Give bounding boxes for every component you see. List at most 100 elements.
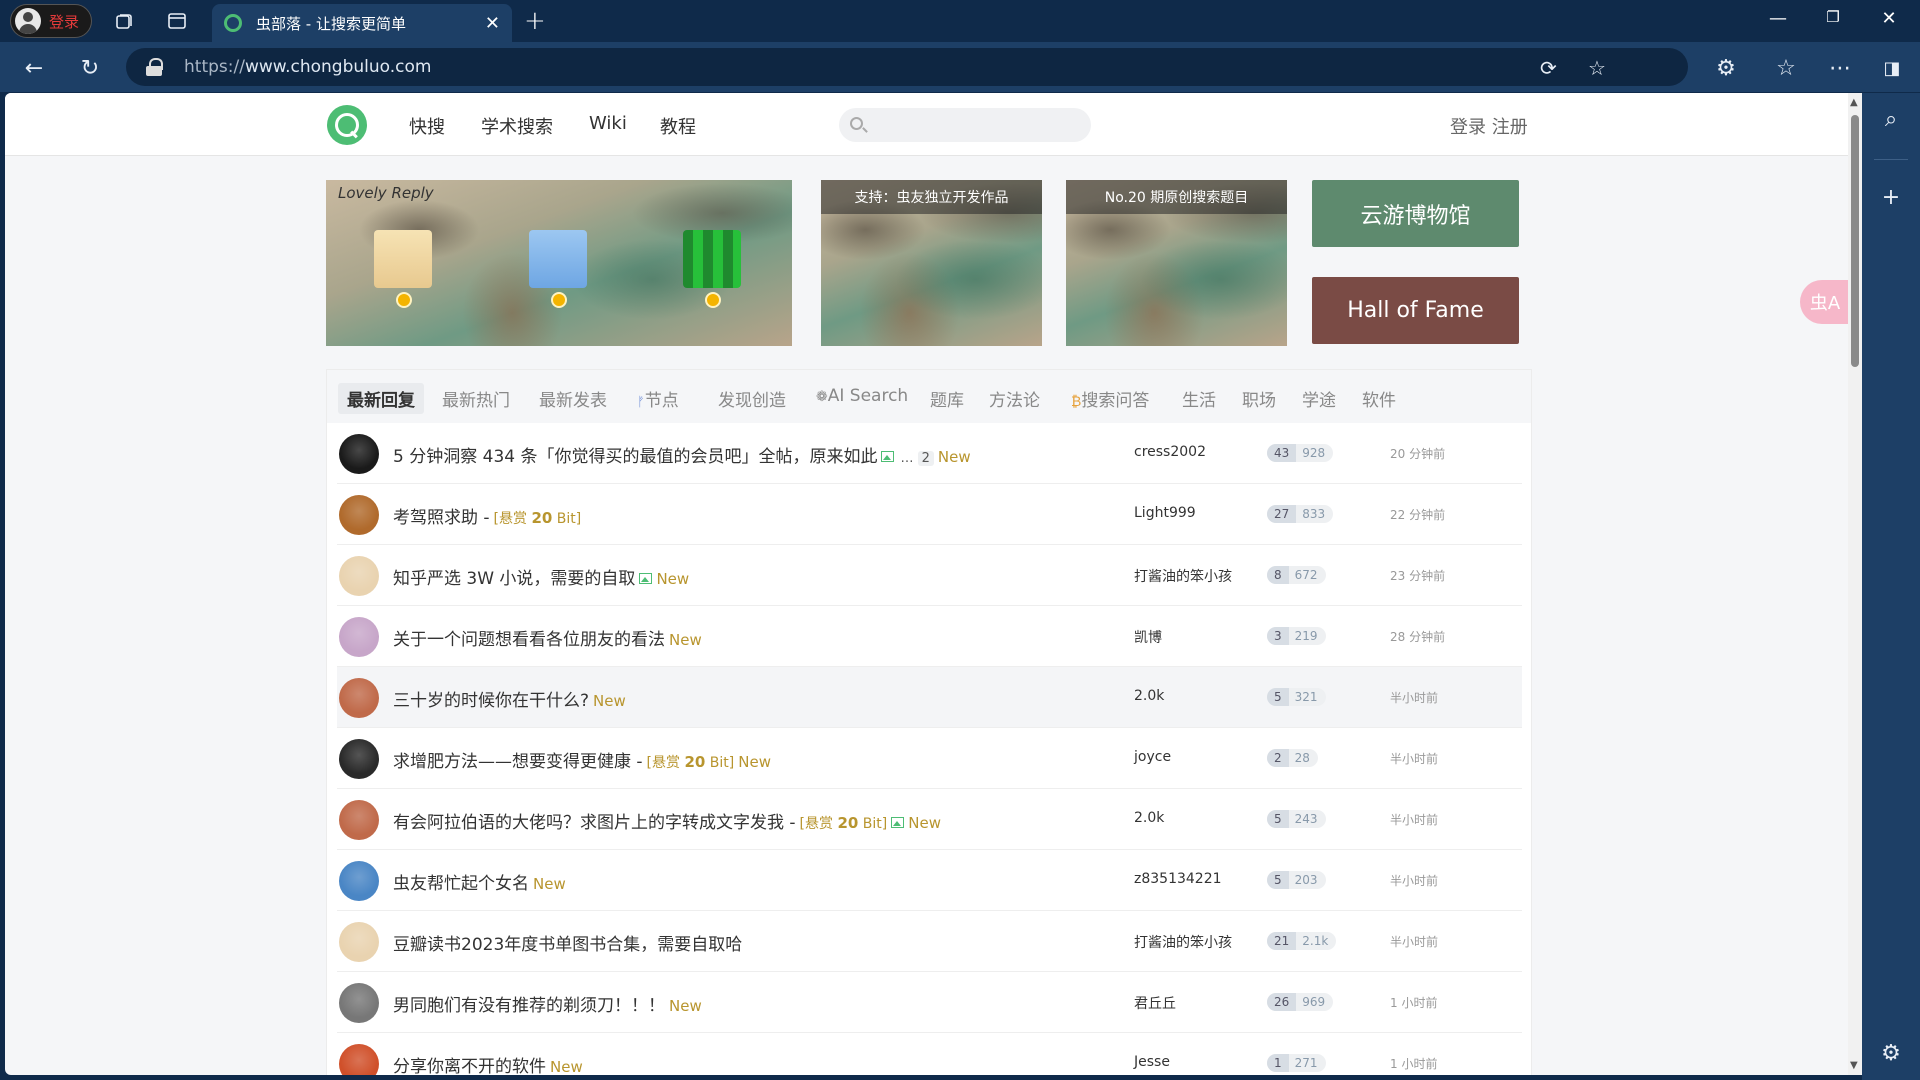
tab-software[interactable]: 软件 bbox=[1362, 386, 1396, 411]
tab-search-qa[interactable]: ₿搜索问答 bbox=[1071, 386, 1149, 411]
topic-title-link[interactable]: 三十岁的时候你在干什么? New bbox=[393, 686, 626, 711]
topic-author[interactable]: joyce bbox=[1134, 749, 1171, 765]
restore-icon[interactable]: ❐ bbox=[1818, 8, 1848, 26]
user-avatar[interactable] bbox=[339, 617, 379, 657]
topic-row[interactable]: 有会阿拉伯语的大佬吗？求图片上的字转成文字发我 - [悬赏 20 Bit] New 2… bbox=[337, 789, 1522, 850]
topic-row[interactable]: 5 分钟洞察 434 条「你觉得买的最值的会员吧」全帖，原来如此… 2 New cr… bbox=[337, 423, 1522, 484]
topic-author[interactable]: Jesse bbox=[1134, 1054, 1170, 1070]
reply-avatar-2[interactable] bbox=[529, 230, 587, 288]
user-avatar[interactable] bbox=[339, 556, 379, 596]
favorite-star-icon[interactable]: ☆ bbox=[1588, 56, 1606, 80]
login-register-link[interactable]: 登录 注册 bbox=[1450, 113, 1528, 139]
topic-author[interactable]: 凯博 bbox=[1134, 627, 1162, 647]
new-tab-icon[interactable]: + bbox=[524, 6, 546, 36]
menu-kuaisou[interactable]: 快搜 bbox=[409, 113, 445, 139]
tab-latest-post[interactable]: 最新发表 bbox=[539, 386, 607, 411]
topic-title-link[interactable]: 考驾照求助 - [悬赏 20 Bit] bbox=[393, 503, 581, 528]
topic-author[interactable]: 2.0k bbox=[1134, 688, 1164, 704]
topic-author[interactable]: Light999 bbox=[1134, 505, 1196, 521]
topic-row[interactable]: 虫友帮忙起个女名 New z835134221 5 203 半小时前 bbox=[337, 850, 1522, 911]
site-search-input[interactable] bbox=[839, 108, 1091, 142]
topic-author[interactable]: 打酱油的笨小孩 bbox=[1134, 932, 1232, 952]
reply-avatar-1[interactable] bbox=[374, 230, 432, 288]
tab-life[interactable]: 生活 bbox=[1182, 386, 1216, 411]
topic-author[interactable]: 2.0k bbox=[1134, 810, 1164, 826]
topic-title-link[interactable]: 知乎严选 3W 小说，需要的自取 New bbox=[393, 564, 689, 589]
user-avatar[interactable] bbox=[339, 800, 379, 840]
tab-latest-reply[interactable]: 最新回复 bbox=[338, 383, 424, 414]
tab-nodes[interactable]: ᚠ节点 bbox=[637, 386, 679, 411]
active-tab[interactable]: 虫部落 - 让搜索更简单 ✕ bbox=[212, 4, 512, 42]
window-close-icon[interactable]: ✕ bbox=[1874, 8, 1904, 29]
topic-row[interactable]: 三十岁的时候你在干什么? New 2.0k 5 321 半小时前 bbox=[337, 667, 1522, 728]
topic-title-link[interactable]: 豆瓣读书2023年度书单图书合集，需要自取哈 bbox=[393, 930, 742, 955]
extensions-icon[interactable]: ⚙ bbox=[1712, 54, 1740, 82]
favorites-icon[interactable]: ☆ bbox=[1772, 54, 1800, 82]
topic-author[interactable]: 君丘丘 bbox=[1134, 993, 1176, 1013]
user-avatar[interactable] bbox=[339, 678, 379, 718]
topic-row[interactable]: 求增肥方法——想要变得更健康 - [悬赏 20 Bit] New joyce 2 28 半小… bbox=[337, 728, 1522, 789]
topic-title-link[interactable]: 分享你离不开的软件 New bbox=[393, 1052, 583, 1075]
scroll-down-icon[interactable]: ▼ bbox=[1850, 1060, 1858, 1071]
topic-row[interactable]: 考驾照求助 - [悬赏 20 Bit] Light999 27 833 22 分钟前 bbox=[337, 484, 1522, 545]
topic-title-link[interactable]: 男同胞们有没有推荐的剃须刀！！！ New bbox=[393, 991, 702, 1016]
reply-avatar-3[interactable] bbox=[683, 230, 741, 288]
topic-row[interactable]: 男同胞们有没有推荐的剃须刀！！！ New 君丘丘 26 969 1 小时前 bbox=[337, 972, 1522, 1033]
menu-tutorial[interactable]: 教程 bbox=[660, 113, 696, 139]
tab-question-bank[interactable]: 题库 bbox=[930, 386, 964, 411]
page-scrollbar[interactable]: ▲ ▼ bbox=[1848, 93, 1862, 1075]
edge-reload-icon[interactable]: ⟳ bbox=[1540, 56, 1557, 80]
scroll-thumb[interactable] bbox=[1851, 115, 1859, 367]
tab-ai-search[interactable]: ❁AI Search bbox=[816, 386, 908, 406]
topic-row[interactable]: 知乎严选 3W 小说，需要的自取 New 打酱油的笨小孩 8 672 23 分钟前 bbox=[337, 545, 1522, 606]
user-avatar[interactable] bbox=[339, 1044, 379, 1075]
topic-title-link[interactable]: 虫友帮忙起个女名 New bbox=[393, 869, 566, 894]
hall-of-fame-button[interactable]: Hall of Fame bbox=[1312, 277, 1519, 344]
lovely-reply-banner[interactable]: Lovely Reply bbox=[326, 180, 792, 346]
tab-career[interactable]: 职场 bbox=[1242, 386, 1276, 411]
back-icon[interactable]: ← bbox=[20, 54, 48, 82]
museum-button[interactable]: 云游博物馆 bbox=[1312, 180, 1519, 247]
topic-row[interactable]: 豆瓣读书2023年度书单图书合集，需要自取哈 打酱油的笨小孩 21 2.1k 半小时前 bbox=[337, 911, 1522, 972]
no20-banner[interactable]: No.20 期原创搜索题目 bbox=[1066, 180, 1287, 346]
tab-study[interactable]: 学途 bbox=[1302, 386, 1336, 411]
tab-close-icon[interactable]: ✕ bbox=[485, 13, 500, 34]
topic-title-link[interactable]: 关于一个问题想看看各位朋友的看法 New bbox=[393, 625, 702, 650]
tab-discover[interactable]: 发现创造 bbox=[718, 386, 786, 411]
sidebar-search-icon[interactable]: ⌕ bbox=[1879, 107, 1903, 132]
sidebar-toggle-icon[interactable]: ◨ bbox=[1878, 54, 1906, 82]
topic-title-link[interactable]: 求增肥方法——想要变得更健康 - [悬赏 20 Bit] New bbox=[393, 747, 771, 772]
sidebar-settings-icon[interactable]: ⚙ bbox=[1879, 1041, 1903, 1066]
tab-methodology[interactable]: 方法论 bbox=[989, 386, 1040, 411]
topic-title-link[interactable]: 有会阿拉伯语的大佬吗？求图片上的字转成文字发我 - [悬赏 20 Bit] New bbox=[393, 808, 941, 833]
support-banner[interactable]: 支持：虫友独立开发作品 bbox=[821, 180, 1042, 346]
topic-row[interactable]: 分享你离不开的软件 New Jesse 1 271 1 小时前 bbox=[337, 1033, 1522, 1075]
user-avatar[interactable] bbox=[339, 495, 379, 535]
topic-title-link[interactable]: 5 分钟洞察 434 条「你觉得买的最值的会员吧」全帖，原来如此… 2 New bbox=[393, 442, 971, 467]
workspaces-icon[interactable] bbox=[112, 9, 136, 33]
menu-academic-search[interactable]: 学术搜索 bbox=[481, 113, 553, 139]
scroll-up-icon[interactable]: ▲ bbox=[1850, 97, 1858, 108]
user-avatar[interactable] bbox=[339, 983, 379, 1023]
topic-row[interactable]: 关于一个问题想看看各位朋友的看法 New 凯博 3 219 28 分钟前 bbox=[337, 606, 1522, 667]
user-avatar[interactable] bbox=[339, 861, 379, 901]
site-logo-icon[interactable] bbox=[327, 105, 367, 145]
topic-author[interactable]: 打酱油的笨小孩 bbox=[1134, 566, 1232, 586]
topic-author[interactable]: cress2002 bbox=[1134, 444, 1206, 460]
menu-wiki[interactable]: Wiki bbox=[589, 113, 627, 134]
refresh-icon[interactable]: ↻ bbox=[76, 54, 104, 82]
user-avatar[interactable] bbox=[339, 739, 379, 779]
more-menu-icon[interactable]: ⋯ bbox=[1826, 54, 1854, 82]
user-avatar[interactable] bbox=[339, 434, 379, 474]
minimize-icon[interactable]: — bbox=[1763, 8, 1793, 29]
browser-tab-bar: 登录 虫部落 - 让搜索更简单 ✕ + — ❐ ✕ bbox=[0, 0, 1920, 42]
user-avatar[interactable] bbox=[339, 922, 379, 962]
page-link[interactable]: … 2 bbox=[900, 451, 934, 466]
translate-bubble-icon[interactable]: 虫A bbox=[1800, 280, 1850, 324]
sidebar-add-icon[interactable]: + bbox=[1879, 185, 1903, 210]
vertical-tabs-icon[interactable] bbox=[165, 9, 189, 33]
topic-author[interactable]: z835134221 bbox=[1134, 871, 1222, 887]
profile-button[interactable]: 登录 bbox=[10, 4, 92, 38]
tab-latest-hot[interactable]: 最新热门 bbox=[442, 386, 510, 411]
address-bar[interactable]: https://www.chongbuluo.com ⟳ ☆ bbox=[126, 48, 1688, 86]
